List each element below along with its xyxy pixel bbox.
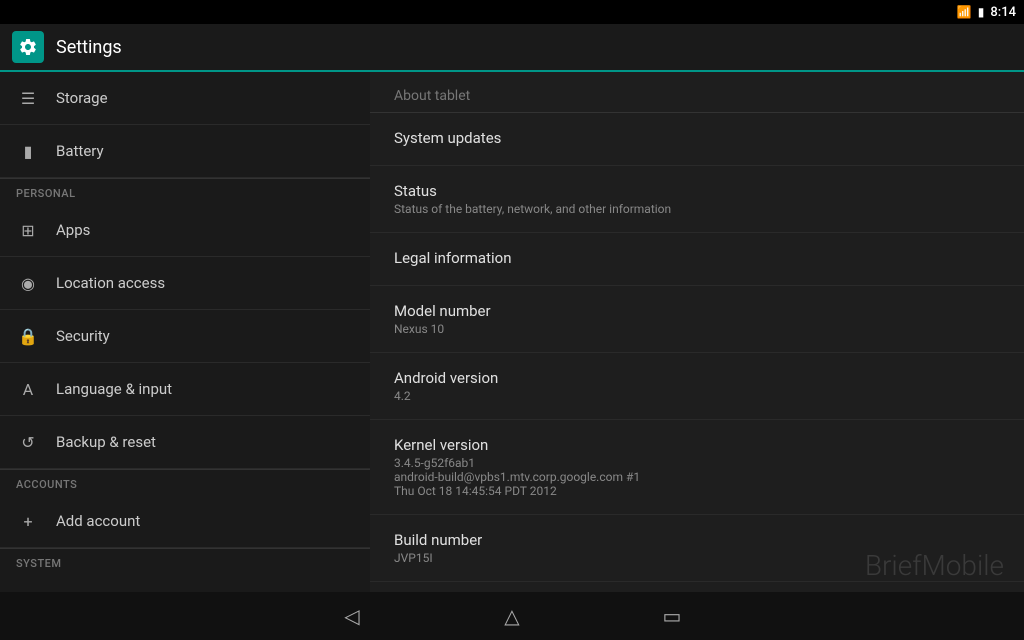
sidebar-item-storage[interactable]: ☰ Storage (0, 72, 370, 125)
sidebar-item-label-security: Security (56, 327, 110, 345)
sidebar: ☰ Storage ▮ Battery PERSONAL ⊞ Apps ◉ Location a… (0, 72, 370, 592)
content-item-title-build: Build number (394, 531, 1000, 549)
content-item-legal[interactable]: Legal information (370, 233, 1024, 286)
sidebar-item-label-location: Location access (56, 274, 165, 292)
sidebar-item-label-storage: Storage (56, 89, 108, 107)
content-item-sub-status: Status of the battery, network, and othe… (394, 202, 1000, 216)
sidebar-item-location[interactable]: ◉ Location access (0, 257, 370, 310)
section-label-personal: PERSONAL (0, 179, 370, 204)
content-item-sub-build: JVP15I (394, 551, 1000, 565)
settings-app-icon (12, 31, 44, 63)
sidebar-item-label-apps: Apps (56, 221, 90, 239)
wifi-icon: 📶 (957, 5, 972, 19)
content-item-title-kernel: Kernel version (394, 436, 1000, 454)
sidebar-item-addaccount[interactable]: + Add account (0, 495, 370, 548)
battery-icon-status: ▮ (978, 5, 985, 19)
sidebar-item-apps[interactable]: ⊞ Apps (0, 204, 370, 257)
content-item-title-system-updates: System updates (394, 129, 1000, 147)
content-header: About tablet (370, 72, 1024, 113)
app-bar: Settings (0, 24, 1024, 72)
content-item-build[interactable]: Build number JVP15I (370, 515, 1024, 582)
section-label-system: SYSTEM (0, 549, 370, 574)
location-icon: ◉ (16, 271, 40, 295)
back-button[interactable]: ◁ (332, 596, 372, 636)
home-button[interactable]: △ (492, 596, 532, 636)
content-item-kernel[interactable]: Kernel version 3.4.5-g52f6ab1 android-bui… (370, 420, 1024, 515)
sidebar-item-security[interactable]: 🔒 Security (0, 310, 370, 363)
sidebar-item-battery[interactable]: ▮ Battery (0, 125, 370, 178)
section-label-accounts: ACCOUNTS (0, 470, 370, 495)
apps-icon: ⊞ (16, 218, 40, 242)
status-bar: 📶 ▮ 8:14 (0, 0, 1024, 24)
battery-icon: ▮ (16, 139, 40, 163)
sidebar-item-label-battery: Battery (56, 142, 104, 160)
content-item-sub-kernel: 3.4.5-g52f6ab1 android-build@vpbs1.mtv.c… (394, 456, 1000, 498)
sidebar-item-language[interactable]: A Language & input (0, 363, 370, 416)
content-item-system-updates[interactable]: System updates (370, 113, 1024, 166)
app-title: Settings (56, 37, 122, 58)
content-item-android-version[interactable]: Android version 4.2 (370, 353, 1024, 420)
sidebar-item-label-addaccount: Add account (56, 512, 140, 530)
content-item-title-legal: Legal information (394, 249, 1000, 267)
content-item-title-android-version: Android version (394, 369, 1000, 387)
storage-icon: ☰ (16, 86, 40, 110)
backup-icon: ↺ (16, 430, 40, 454)
content-panel: About tablet System updates Status Status … (370, 72, 1024, 592)
content-item-title-status: Status (394, 182, 1000, 200)
sidebar-item-datetime[interactable]: ⊙Date & time (0, 574, 370, 592)
clock: 8:14 (990, 5, 1016, 20)
add-account-icon: + (16, 509, 40, 533)
main-layout: ☰ Storage ▮ Battery PERSONAL ⊞ Apps ◉ Location a… (0, 72, 1024, 592)
content-item-sub-model: Nexus 10 (394, 322, 1000, 336)
sidebar-item-backup[interactable]: ↺ Backup & reset (0, 416, 370, 469)
language-icon: A (16, 377, 40, 401)
content-item-model[interactable]: Model number Nexus 10 (370, 286, 1024, 353)
content-item-status[interactable]: Status Status of the battery, network, an… (370, 166, 1024, 233)
content-item-title-model: Model number (394, 302, 1000, 320)
sidebar-item-label-language: Language & input (56, 380, 172, 398)
nav-bar: ◁ △ ▭ (0, 592, 1024, 640)
content-item-sub-android-version: 4.2 (394, 389, 1000, 403)
sidebar-item-label-backup: Backup & reset (56, 433, 156, 451)
recent-button[interactable]: ▭ (652, 596, 692, 636)
security-icon: 🔒 (16, 324, 40, 348)
